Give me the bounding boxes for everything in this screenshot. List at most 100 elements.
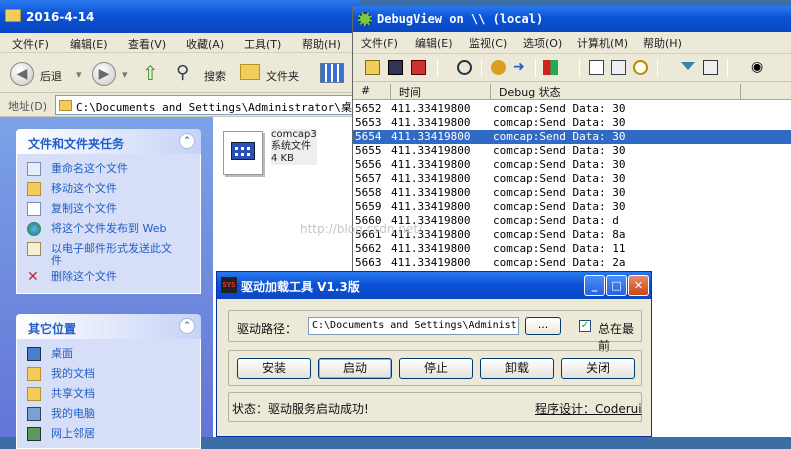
close-button[interactable]: 关闭 bbox=[561, 358, 635, 379]
debugview-titlebar[interactable]: DebugView on \\ (local) bbox=[353, 6, 791, 32]
stop-button[interactable]: 停止 bbox=[399, 358, 473, 379]
save-icon[interactable] bbox=[388, 60, 403, 75]
forward-dropdown-icon[interactable]: ▾ bbox=[122, 68, 128, 81]
log-msg: comcap:Send Data: d bbox=[493, 214, 619, 227]
log-row[interactable]: 5652 411.33419800 comcap:Send Data: 30 bbox=[353, 102, 791, 116]
places-panel-title: 其它位置 bbox=[28, 322, 77, 336]
highlight-icon[interactable] bbox=[681, 62, 695, 70]
col-debug[interactable]: Debug 状态 bbox=[491, 84, 741, 99]
log-row[interactable]: 5662 411.33419800 comcap:Send Data: 11 bbox=[353, 242, 791, 256]
menu-tools[interactable]: 工具(T) bbox=[244, 36, 281, 52]
always-on-top-checkbox[interactable]: ✓ bbox=[579, 320, 591, 332]
close-window-button[interactable]: ✕ bbox=[628, 275, 649, 296]
places-panel-header[interactable]: 其它位置 ⌃ bbox=[16, 314, 201, 339]
place-shared-documents-label: 共享文档 bbox=[51, 387, 95, 400]
place-my-documents-label: 我的文档 bbox=[51, 367, 95, 380]
minimize-button[interactable]: _ bbox=[584, 275, 605, 296]
menu-edit[interactable]: 编辑(E) bbox=[70, 36, 108, 52]
col-index[interactable]: # bbox=[353, 84, 391, 99]
menu-file[interactable]: 文件(F) bbox=[12, 36, 49, 52]
address-bar: 地址(D) C:\Documents and Settings\Administ… bbox=[0, 93, 360, 117]
log-n: 5656 bbox=[355, 158, 382, 171]
address-label: 地址(D) bbox=[8, 100, 48, 113]
log-row[interactable]: 5656 411.33419800 comcap:Send Data: 30 bbox=[353, 158, 791, 172]
collapse-chevron-icon[interactable]: ⌃ bbox=[179, 133, 195, 149]
log-n: 5662 bbox=[355, 242, 382, 255]
log-msg: comcap:Send Data: 30 bbox=[493, 172, 626, 185]
address-input[interactable]: C:\Documents and Settings\Administrator\… bbox=[55, 95, 360, 115]
filter-icon[interactable] bbox=[543, 60, 558, 75]
always-on-top-label[interactable]: 总在最前 bbox=[598, 320, 641, 354]
task-publish-web-label: 将这个文件发布到 Web bbox=[51, 222, 167, 235]
log-n: 5659 bbox=[355, 200, 382, 213]
task-move-label: 移动这个文件 bbox=[51, 182, 117, 195]
open-icon[interactable] bbox=[365, 60, 380, 75]
back-arrow-icon[interactable]: ◀ bbox=[10, 62, 34, 86]
install-button[interactable]: 安装 bbox=[237, 358, 311, 379]
uninstall-button[interactable]: 卸载 bbox=[480, 358, 554, 379]
log-row[interactable]: 5659 411.33419800 comcap:Send Data: 30 bbox=[353, 200, 791, 214]
email-icon bbox=[27, 242, 41, 256]
log-msg: comcap:Send Data: 30 bbox=[493, 116, 626, 129]
views-icon[interactable] bbox=[320, 63, 344, 83]
tasks-panel-title: 文件和文件夹任务 bbox=[28, 137, 125, 151]
up-folder-icon[interactable]: ⇧ bbox=[142, 61, 159, 85]
dv-menu-edit[interactable]: 编辑(E) bbox=[415, 35, 453, 51]
menu-help[interactable]: 帮助(H) bbox=[302, 36, 341, 52]
dialog-titlebar[interactable]: SYS 驱动加载工具 V1.3版 _ □ ✕ bbox=[217, 272, 651, 299]
log-row[interactable]: 5657 411.33419800 comcap:Send Data: 30 bbox=[353, 172, 791, 186]
dv-menu-help[interactable]: 帮助(H) bbox=[643, 35, 682, 51]
debugview-toolbar: ➜ ◉ bbox=[353, 54, 791, 82]
file-item[interactable]: comcap3 系统文件 4 KB bbox=[271, 129, 317, 165]
log-row[interactable]: 5653 411.33419800 comcap:Send Data: 30 bbox=[353, 116, 791, 130]
col-time[interactable]: 时间 bbox=[391, 84, 491, 99]
log-t: 411.33419800 bbox=[391, 158, 471, 171]
arrow-right-icon[interactable]: ➜ bbox=[513, 60, 528, 75]
clear-icon[interactable] bbox=[411, 60, 426, 75]
tasks-panel-header[interactable]: 文件和文件夹任务 ⌃ bbox=[16, 129, 201, 154]
forward-arrow-icon[interactable]: ▶ bbox=[92, 62, 116, 86]
menu-view[interactable]: 查看(V) bbox=[128, 36, 166, 52]
back-button[interactable]: 后退 bbox=[40, 68, 62, 84]
browse-button[interactable]: ... bbox=[525, 317, 561, 335]
log-row[interactable]: 5654 411.33419800 comcap:Send Data: 30 bbox=[353, 130, 791, 144]
checklist-icon[interactable] bbox=[589, 60, 604, 75]
search-button[interactable]: 搜索 bbox=[204, 68, 226, 84]
log-row[interactable]: 5663 411.33419800 comcap:Send Data: 2a bbox=[353, 256, 791, 270]
file-name: comcap3 bbox=[271, 129, 317, 140]
dv-menu-options[interactable]: 选项(O) bbox=[523, 35, 562, 51]
folders-icon[interactable] bbox=[240, 64, 260, 80]
explorer-titlebar[interactable]: 2016-4-14 bbox=[0, 0, 360, 33]
collapse-chevron-icon[interactable]: ⌃ bbox=[179, 318, 195, 334]
folders-button[interactable]: 文件夹 bbox=[266, 68, 299, 84]
author-link[interactable]: 程序设计：Coderui bbox=[535, 400, 642, 417]
back-dropdown-icon[interactable]: ▾ bbox=[76, 68, 82, 81]
log-t: 411.33419800 bbox=[391, 144, 471, 157]
start-button[interactable]: 启动 bbox=[318, 358, 392, 379]
sys-icon: SYS bbox=[221, 277, 237, 293]
log-row[interactable]: 5655 411.33419800 comcap:Send Data: 30 bbox=[353, 144, 791, 158]
file-size: 4 KB bbox=[271, 153, 294, 164]
dv-menu-file[interactable]: 文件(F) bbox=[361, 35, 398, 51]
search-icon[interactable]: ⚲ bbox=[176, 62, 189, 83]
driver-path-input[interactable]: C:\Documents and Settings\Administ bbox=[308, 317, 519, 335]
documents-folder-icon bbox=[27, 367, 41, 381]
clock-icon[interactable] bbox=[633, 60, 648, 75]
find-icon[interactable] bbox=[457, 60, 472, 75]
maximize-button[interactable]: □ bbox=[606, 275, 627, 296]
dv-menu-computer[interactable]: 计算机(M) bbox=[577, 35, 628, 51]
binoculars-icon[interactable]: ◉ bbox=[751, 60, 766, 75]
capture-icon[interactable] bbox=[491, 60, 506, 75]
move-icon bbox=[27, 182, 41, 196]
dv-menu-capture[interactable]: 监视(C) bbox=[469, 35, 507, 51]
pin-icon[interactable] bbox=[703, 60, 718, 75]
log-msg: comcap:Send Data: 30 bbox=[493, 144, 626, 157]
list-icon[interactable] bbox=[611, 60, 626, 75]
explorer-menubar: 文件(F) 编辑(E) 查看(V) 收藏(A) 工具(T) 帮助(H) bbox=[0, 33, 360, 53]
system-file-icon[interactable] bbox=[223, 131, 263, 175]
dialog-title: 驱动加载工具 V1.3版 bbox=[241, 280, 360, 294]
log-t: 411.33419800 bbox=[391, 242, 471, 255]
menu-favorites[interactable]: 收藏(A) bbox=[186, 36, 224, 52]
log-t: 411.33419800 bbox=[391, 186, 471, 199]
log-row[interactable]: 5658 411.33419800 comcap:Send Data: 30 bbox=[353, 186, 791, 200]
